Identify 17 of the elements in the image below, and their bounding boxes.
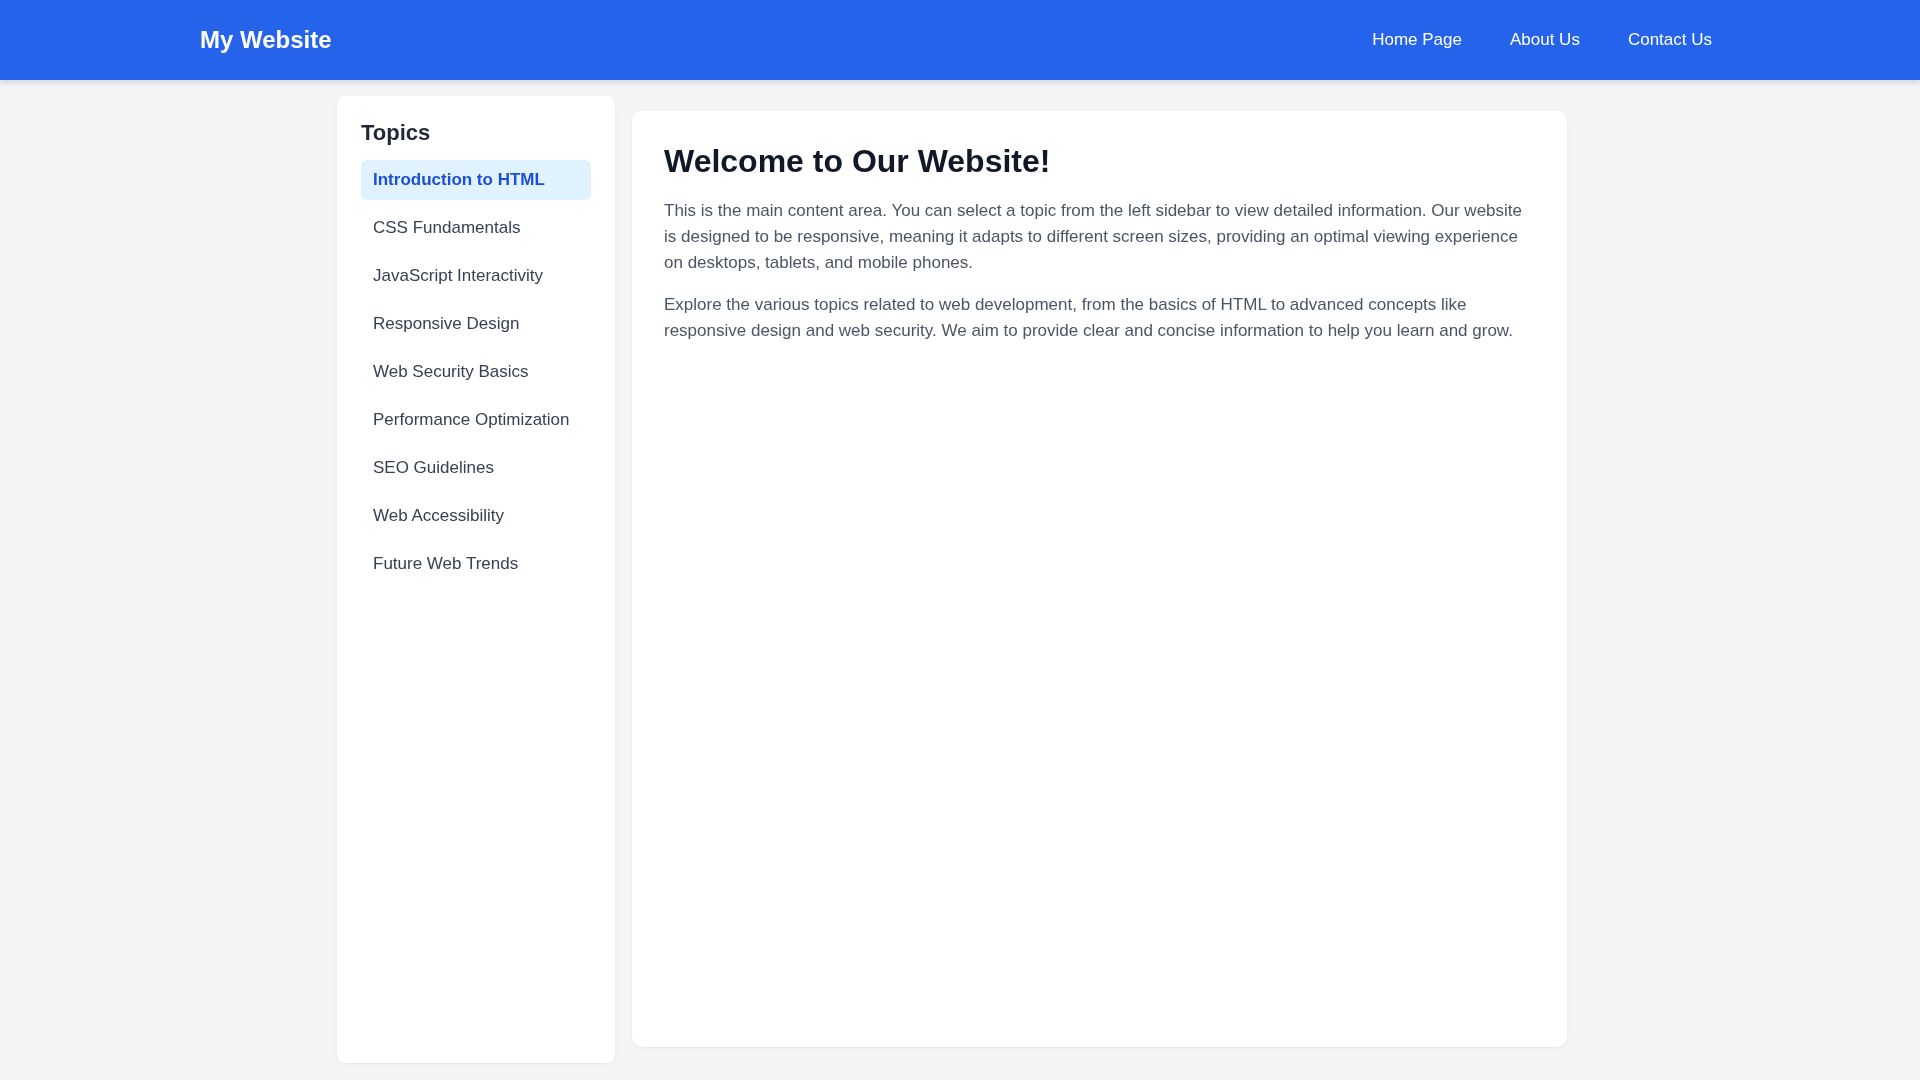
sidebar-item[interactable]: Future Web Trends	[361, 544, 591, 584]
site-logo[interactable]: My Website	[200, 26, 332, 54]
sidebar-title: Topics	[361, 120, 432, 146]
sidebar-item[interactable]: JavaScript Interactivity	[361, 256, 591, 296]
sidebar-item[interactable]: Performance Optimization	[361, 400, 591, 440]
nav-link[interactable]: Home Page	[1372, 30, 1462, 50]
sidebar-item[interactable]: SEO Guidelines	[361, 448, 591, 488]
sidebar-item[interactable]: Introduction to HTML	[361, 160, 591, 200]
page-heading: Welcome to Our Website!	[664, 143, 1052, 180]
sidebar-item[interactable]: Web Security Basics	[361, 352, 591, 392]
paragraph: This is the main content area. You can select a topic from the left sidebar to view detailed information. Our website is designed to be responsive, meaning it adapts to different screen sizes, providing an optimal viewing experience on desktops, tablets, and mobile phones.	[664, 200, 1523, 274]
sidebar-item[interactable]: Responsive Design	[361, 304, 591, 344]
sidebar-item[interactable]: Web Accessibility	[361, 496, 591, 536]
sidebar-item[interactable]: CSS Fundamentals	[361, 208, 591, 248]
paragraph: Explore the various topics related to web development, from the basics of HTML to advanced concepts like responsive design and web security. We aim to provide clear and concise information to help you learn and grow.	[664, 294, 1514, 342]
nav-link[interactable]: About Us	[1509, 30, 1580, 50]
nav-link[interactable]: Contact Us	[1627, 30, 1712, 50]
